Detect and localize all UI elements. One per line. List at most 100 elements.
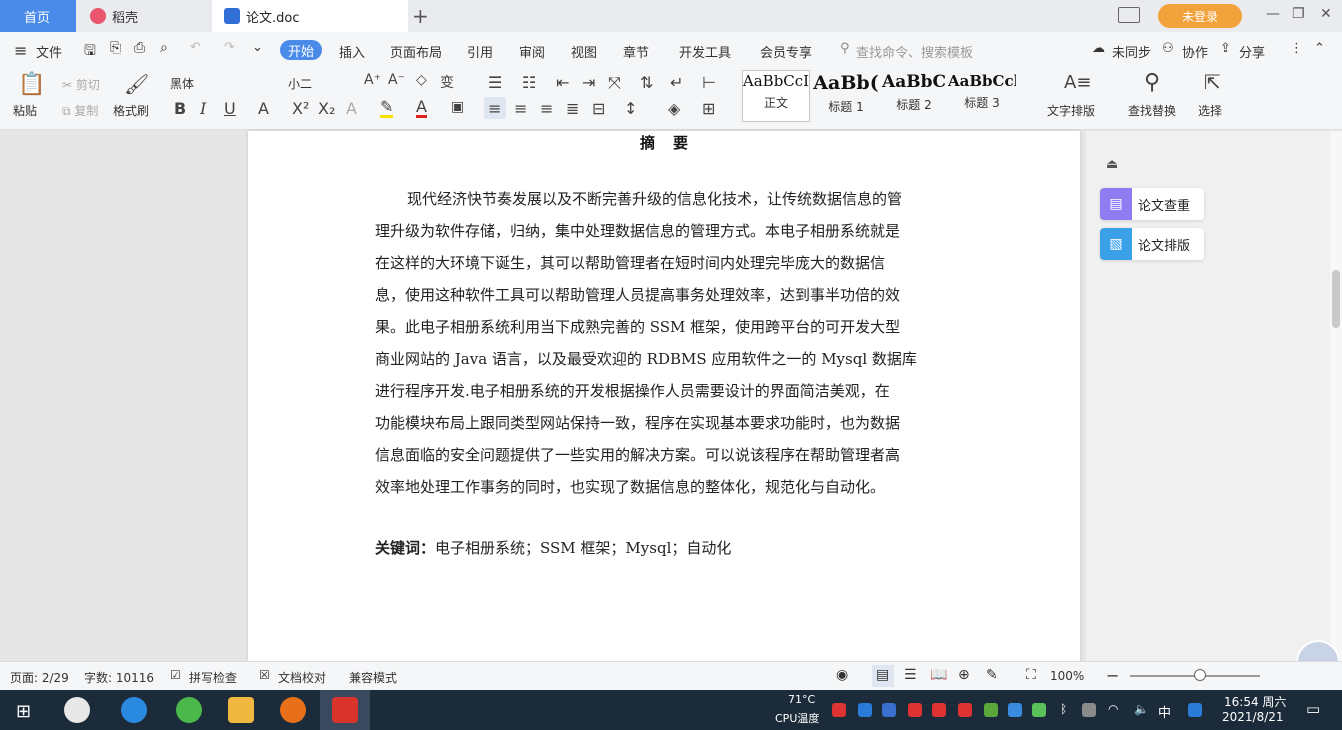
paper-layout-button[interactable]: ▧ 论文排版 xyxy=(1100,228,1204,260)
windows-start-icon[interactable]: ⊞ xyxy=(16,701,31,722)
print-preview-icon[interactable]: ⌕ xyxy=(160,40,168,56)
italic-icon[interactable]: I xyxy=(200,99,206,118)
menu-chapter[interactable]: 章节 xyxy=(623,42,649,61)
print-icon[interactable]: ⎙ xyxy=(134,40,145,56)
text-effect-icon[interactable]: A xyxy=(346,99,357,118)
hamburger-icon[interactable]: ≡ xyxy=(14,41,27,60)
select-button[interactable]: 选择 xyxy=(1198,102,1222,119)
vertical-scrollbar[interactable] xyxy=(1330,131,1342,661)
paste-icon[interactable]: 📋 xyxy=(18,72,45,97)
menu-file[interactable]: 文件 xyxy=(36,42,62,61)
eye-protect-icon[interactable]: ◉ xyxy=(836,667,848,683)
text-layout-button[interactable]: 文字排版 xyxy=(1047,102,1095,119)
numbered-list-icon[interactable]: ☷ xyxy=(522,73,536,92)
line-spacing-icon[interactable]: ↕ xyxy=(624,99,637,118)
zoom-out-icon[interactable]: − xyxy=(1106,666,1119,685)
proofread-button[interactable]: 文档校对 xyxy=(278,669,326,686)
tray-shield-icon[interactable] xyxy=(882,703,896,717)
page-view-icon[interactable]: ▤ xyxy=(876,667,889,683)
subscript-icon[interactable]: X₂ xyxy=(318,99,335,118)
page-indicator[interactable]: 页面: 2/29 xyxy=(10,669,69,686)
find-replace-button[interactable]: 查找替换 xyxy=(1128,102,1176,119)
font-name-select[interactable]: 黑体 xyxy=(170,75,280,92)
menu-dev-tools[interactable]: 开发工具 xyxy=(679,42,731,61)
superscript-icon[interactable]: X² xyxy=(292,99,309,118)
close-icon[interactable]: ✕ xyxy=(1320,6,1332,22)
paper-check-button[interactable]: ▤ 论文查重 xyxy=(1100,188,1204,220)
collab-button[interactable]: 协作 xyxy=(1182,42,1208,61)
shading-icon[interactable]: ◈ xyxy=(668,99,680,118)
decrease-indent-icon[interactable]: ⇤ xyxy=(556,73,569,92)
menu-reference[interactable]: 引用 xyxy=(467,42,493,61)
align-right-icon[interactable]: ≡ xyxy=(540,99,553,118)
increase-indent-icon[interactable]: ⇥ xyxy=(582,73,595,92)
align-center-icon[interactable]: ≡ xyxy=(514,99,527,118)
360-browser-icon[interactable] xyxy=(176,697,202,723)
collapse-ribbon-icon[interactable]: ⌃ xyxy=(1314,41,1325,56)
font-color-icon[interactable]: A xyxy=(416,99,427,118)
battery-icon[interactable] xyxy=(1082,703,1096,717)
sort-icon[interactable]: ⇅ xyxy=(640,73,653,92)
menu-insert[interactable]: 插入 xyxy=(339,42,365,61)
tray-security-icon[interactable] xyxy=(858,703,872,717)
file-explorer-icon[interactable] xyxy=(228,697,254,723)
clear-format-icon[interactable]: ◇ xyxy=(416,72,427,88)
format-painter-button[interactable]: 格式刷 xyxy=(113,102,149,119)
new-tab-button[interactable]: + xyxy=(412,0,432,32)
outline-view-icon[interactable]: ☰ xyxy=(904,667,917,683)
pinwheel-app-icon[interactable] xyxy=(64,697,90,723)
style-heading-3[interactable]: AaBbCcl 标题 3 xyxy=(948,72,1016,122)
style-heading-2[interactable]: AaBbC 标题 2 xyxy=(880,72,948,122)
tray-app-icon[interactable] xyxy=(958,703,972,717)
grow-font-icon[interactable]: A⁺ xyxy=(364,72,381,88)
highlight-icon[interactable]: ✎ xyxy=(380,99,394,118)
chinese-layout-icon[interactable]: ⤧ xyxy=(608,73,621,93)
share-button[interactable]: 分享 xyxy=(1239,42,1265,61)
ie-browser-icon[interactable] xyxy=(121,697,147,723)
tab-stops-icon[interactable]: ⊢ xyxy=(702,73,716,92)
command-search-input[interactable]: 查找命令、搜索模板 xyxy=(856,42,973,61)
fit-page-icon[interactable]: ⛶ xyxy=(1026,667,1036,683)
save-icon[interactable]: 🖫 xyxy=(84,40,96,64)
style-heading-1[interactable]: AaBb( 标题 1 xyxy=(812,72,880,122)
ime-indicator[interactable]: 中 xyxy=(1158,702,1171,721)
sync-status[interactable]: 未同步 xyxy=(1112,42,1151,61)
align-left-icon[interactable]: ≡ xyxy=(488,99,501,118)
menu-member[interactable]: 会员专享 xyxy=(760,42,812,61)
web-view-icon[interactable]: ⊕ xyxy=(958,667,970,683)
justify-icon[interactable]: ≣ xyxy=(566,99,579,118)
find-icon[interactable]: ⚲ xyxy=(1144,70,1160,95)
tab-home[interactable]: 首页 xyxy=(0,0,76,32)
menu-review[interactable]: 审阅 xyxy=(519,42,545,61)
login-button[interactable]: 未登录 xyxy=(1158,4,1242,28)
select-cursor-icon[interactable]: ⇱ xyxy=(1204,70,1221,94)
write-mode-icon[interactable]: ✎ xyxy=(986,667,998,683)
tray-app-icon[interactable] xyxy=(932,703,946,717)
restore-icon[interactable]: ❐ xyxy=(1292,6,1305,22)
show-marks-icon[interactable]: ↵ xyxy=(670,73,683,92)
font-size-select[interactable]: 小二 xyxy=(288,75,348,92)
tray-app-icon[interactable] xyxy=(1188,703,1202,717)
format-painter-icon[interactable]: 🖌 xyxy=(124,72,149,96)
more-dropdown-icon[interactable]: ⌄ xyxy=(252,40,263,55)
tray-nvidia-icon[interactable] xyxy=(1032,703,1046,717)
notification-icon[interactable]: ▭ xyxy=(1306,700,1320,718)
zoom-level[interactable]: 100% xyxy=(1050,669,1084,683)
zoom-slider-knob[interactable] xyxy=(1194,669,1206,681)
more-icon[interactable]: ⋮ xyxy=(1290,41,1303,56)
menu-start[interactable]: 开始 xyxy=(280,40,322,60)
tab-document[interactable]: 论文.doc xyxy=(212,0,408,32)
game-app-icon[interactable] xyxy=(280,697,306,723)
wifi-icon[interactable]: ◠ xyxy=(1108,702,1118,716)
style-normal[interactable]: AaBbCcI 正文 xyxy=(742,72,810,122)
layout-icon[interactable] xyxy=(1118,7,1140,23)
underline-icon[interactable]: U xyxy=(224,99,236,118)
distribute-icon[interactable]: ⊟ xyxy=(592,99,605,118)
spell-check-button[interactable]: 拼写检查 xyxy=(189,669,237,686)
text-layout-icon[interactable]: A≡ xyxy=(1064,72,1091,93)
reading-view-icon[interactable]: 📖 xyxy=(930,667,947,683)
paste-button[interactable]: 粘贴 xyxy=(13,102,37,119)
scrollbar-thumb[interactable] xyxy=(1332,270,1340,328)
tray-app-icon[interactable] xyxy=(1008,703,1022,717)
panel-collapse-icon[interactable]: ⏏ xyxy=(1106,157,1118,172)
